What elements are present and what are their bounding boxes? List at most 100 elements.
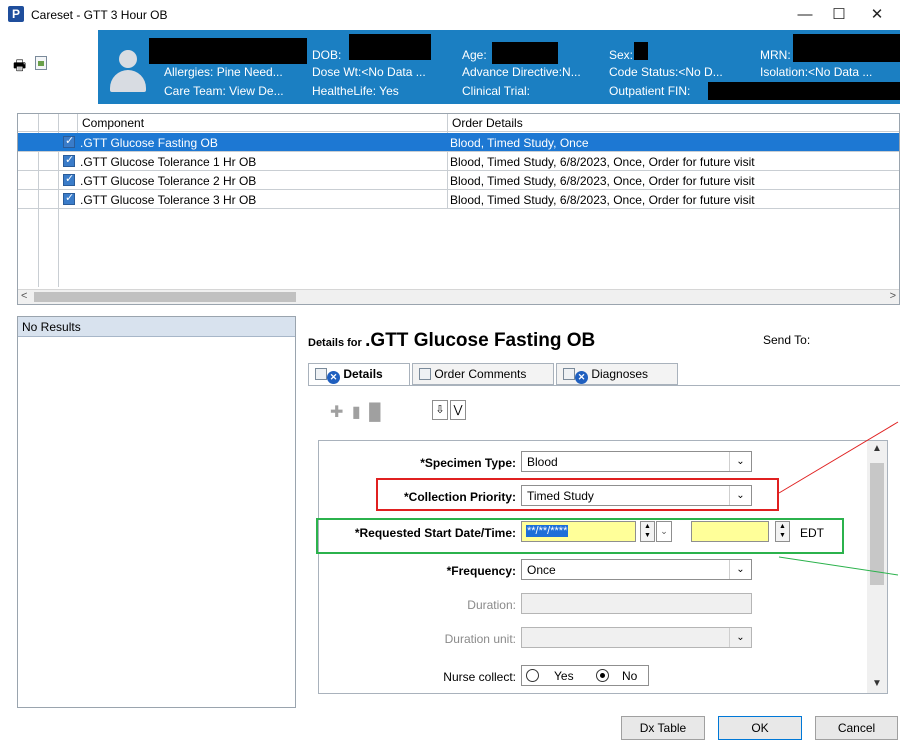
select-value: Once bbox=[527, 563, 556, 577]
table-row[interactable]: .GTT Glucose Tolerance 2 Hr OB Blood, Ti… bbox=[18, 171, 899, 190]
row-component: .GTT Glucose Tolerance 3 Hr OB bbox=[80, 193, 257, 207]
close-button[interactable]: ✕ bbox=[860, 4, 894, 26]
redacted-fin bbox=[708, 82, 900, 100]
tab-details[interactable]: ✕ Details bbox=[308, 363, 410, 386]
window-title: Careset - GTT 3 Hour OB bbox=[31, 8, 168, 22]
healthelife: HealtheLife: Yes bbox=[312, 84, 399, 98]
row-component: .GTT Glucose Tolerance 2 Hr OB bbox=[80, 174, 257, 188]
scroll-down-icon[interactable]: ▼ bbox=[872, 678, 882, 689]
table-row[interactable]: .GTT Glucose Tolerance 3 Hr OB Blood, Ti… bbox=[18, 190, 899, 209]
duration-unit-label: Duration unit: bbox=[444, 632, 516, 646]
allergies-link[interactable]: Allergies: Pine Need... bbox=[164, 65, 283, 79]
nurse-collect-no-radio[interactable] bbox=[596, 669, 609, 682]
code-status: Code Status:<No D... bbox=[609, 65, 723, 79]
row-component: .GTT Glucose Tolerance 1 Hr OB bbox=[80, 155, 257, 169]
chevron-down-icon[interactable]: ⌄ bbox=[729, 628, 751, 647]
print-icon[interactable]: 🖶 bbox=[13, 55, 26, 79]
row-order-details: Blood, Timed Study, 6/8/2023, Once, Orde… bbox=[450, 193, 755, 207]
table-row[interactable]: .GTT Glucose Tolerance 1 Hr OB Blood, Ti… bbox=[18, 152, 899, 171]
nurse-collect-yes-radio[interactable] bbox=[526, 669, 539, 682]
row-checkbox[interactable] bbox=[63, 134, 75, 148]
duration-unit-select[interactable]: ⌄ bbox=[521, 627, 752, 648]
column-component[interactable]: Component bbox=[82, 116, 144, 130]
dx-table-button[interactable]: Dx Table bbox=[621, 716, 705, 740]
results-header: No Results bbox=[18, 317, 295, 337]
chevron-down-icon[interactable]: ⌄ bbox=[729, 560, 751, 579]
redacted-sex bbox=[634, 42, 648, 60]
orders-grid: Component Order Details .GTT Glucose Fas… bbox=[17, 113, 900, 305]
move-down-button[interactable]: ⇩ bbox=[432, 400, 448, 420]
comments-icon bbox=[419, 368, 431, 380]
radio-label-yes: Yes bbox=[554, 669, 574, 683]
scroll-right-icon[interactable]: > bbox=[890, 290, 896, 302]
isolation: Isolation:<No Data ... bbox=[760, 65, 873, 79]
row-order-details: Blood, Timed Study, 6/8/2023, Once, Orde… bbox=[450, 174, 755, 188]
frequency-label: *Frequency: bbox=[446, 564, 516, 578]
specimen-type-select[interactable]: Blood ⌄ bbox=[521, 451, 752, 472]
error-x-icon: ✕ bbox=[575, 371, 588, 384]
expand-all-button[interactable]: ⋁ bbox=[450, 400, 466, 420]
error-x-icon: ✕ bbox=[327, 371, 340, 384]
row-checkbox[interactable] bbox=[63, 153, 75, 167]
dob-label: DOB: bbox=[312, 48, 342, 62]
tab-label: Diagnoses bbox=[591, 367, 649, 381]
age-label: Age: bbox=[462, 48, 487, 62]
tab-diagnoses[interactable]: ✕ Diagnoses bbox=[556, 363, 678, 385]
scroll-thumb[interactable] bbox=[34, 292, 296, 302]
redacted-dob bbox=[349, 34, 431, 60]
row-checkbox[interactable] bbox=[63, 191, 75, 205]
results-chart-icon[interactable]: █ bbox=[369, 404, 380, 421]
redacted-name bbox=[149, 38, 307, 64]
row-order-details: Blood, Timed Study, Once bbox=[450, 136, 589, 150]
column-order-details[interactable]: Order Details bbox=[452, 116, 523, 130]
title-bar: P Careset - GTT 3 Hour OB — ☐ ✕ bbox=[0, 0, 900, 30]
care-team-link[interactable]: Care Team: View De... bbox=[164, 84, 284, 98]
advance-directive: Advance Directive:N... bbox=[462, 65, 581, 79]
details-order-name: .GTT Glucose Fasting OB bbox=[365, 330, 596, 351]
annotation-red-line bbox=[778, 421, 899, 494]
tab-label: Order Comments bbox=[434, 367, 527, 381]
ok-button[interactable]: OK bbox=[718, 716, 802, 740]
frequency-select[interactable]: Once ⌄ bbox=[521, 559, 752, 580]
diagnoses-icon bbox=[563, 368, 575, 380]
patient-banner: DOB: Age: Sex: MRN: Allergies: Pine Need… bbox=[98, 30, 900, 104]
row-order-details: Blood, Timed Study, 6/8/2023, Once, Orde… bbox=[450, 155, 755, 169]
duration-input[interactable] bbox=[521, 593, 752, 614]
details-title: Details for .GTT Glucose Fasting OB bbox=[308, 330, 595, 352]
specimen-type-label: *Specimen Type: bbox=[420, 456, 516, 470]
annotation-red-box bbox=[376, 478, 779, 511]
dose-weight: Dose Wt:<No Data ... bbox=[312, 65, 426, 79]
send-to-label: Send To: bbox=[763, 333, 811, 347]
specimen-icon[interactable]: ▮ bbox=[352, 404, 361, 421]
tab-label: Details bbox=[343, 367, 383, 381]
sex-label: Sex: bbox=[609, 48, 634, 62]
redacted-mrn bbox=[793, 34, 900, 62]
radio-label-no: No bbox=[622, 669, 638, 683]
details-icon bbox=[315, 368, 327, 380]
tab-order-comments[interactable]: Order Comments bbox=[412, 363, 554, 385]
outpatient-fin: Outpatient FIN: bbox=[609, 84, 691, 98]
select-value: Blood bbox=[527, 455, 558, 469]
row-checkbox[interactable] bbox=[63, 172, 75, 186]
nurse-collect-label: Nurse collect: bbox=[443, 670, 516, 684]
minimize-button[interactable]: — bbox=[788, 4, 822, 26]
add-icon[interactable]: ✚ bbox=[330, 404, 343, 421]
redacted-age bbox=[492, 42, 558, 64]
grid-header: Component Order Details bbox=[18, 114, 899, 132]
annotation-lines bbox=[778, 421, 899, 576]
duration-label: Duration: bbox=[467, 598, 516, 612]
mrn-label: MRN: bbox=[760, 48, 791, 62]
app-icon: P bbox=[8, 6, 24, 22]
table-row[interactable]: .GTT Glucose Fasting OB Blood, Timed Stu… bbox=[18, 133, 899, 152]
scroll-left-icon[interactable]: < bbox=[21, 290, 27, 302]
document-icon[interactable] bbox=[35, 56, 47, 70]
patient-avatar bbox=[106, 46, 150, 94]
cancel-button[interactable]: Cancel bbox=[815, 716, 898, 740]
horizontal-scrollbar[interactable]: < > bbox=[18, 289, 899, 304]
nurse-collect-group: Yes No bbox=[521, 665, 649, 686]
chevron-down-icon[interactable]: ⌄ bbox=[729, 452, 751, 471]
maximize-button[interactable]: ☐ bbox=[822, 4, 856, 26]
results-pane: No Results bbox=[17, 316, 296, 708]
annotation-green-box bbox=[316, 518, 844, 554]
row-component: .GTT Glucose Fasting OB bbox=[80, 136, 218, 150]
